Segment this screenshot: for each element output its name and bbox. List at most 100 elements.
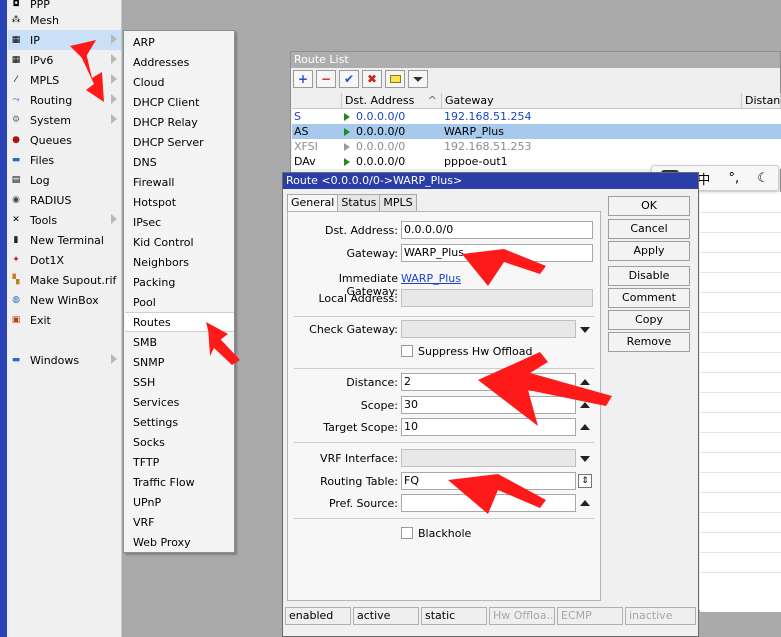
chevron-up-icon[interactable] <box>580 402 590 408</box>
ok-button[interactable]: OK <box>608 196 690 216</box>
menu-item-files[interactable]: ▬ Files <box>8 150 121 170</box>
dropdown-combo-icon[interactable]: ⇕ <box>578 474 592 488</box>
disable-button[interactable]: Disable <box>608 266 690 286</box>
submenu-item-neighbors[interactable]: Neighbors <box>125 252 234 272</box>
submenu-item-packing[interactable]: Packing <box>125 272 234 292</box>
menu-item-ip[interactable]: ▦ IP <box>8 30 121 50</box>
submenu-item-vrf[interactable]: VRF <box>125 512 234 532</box>
gateway-field[interactable]: WARP_Plus <box>401 244 593 262</box>
separator <box>294 316 594 317</box>
menu-item-log[interactable]: ▤ Log <box>8 170 121 190</box>
dot1x-icon: ✦ <box>12 255 20 265</box>
apply-button[interactable]: Apply <box>608 241 690 261</box>
check-gateway-label: Check Gateway: <box>309 323 398 336</box>
table-row[interactable]: S 0.0.0.0/0 192.168.51.254 <box>292 109 781 124</box>
menu-item-label: MPLS <box>30 73 60 87</box>
menu-item-new-winbox[interactable]: ◍ New WinBox <box>8 290 121 310</box>
submenu-item-dhcp-client[interactable]: DHCP Client <box>125 92 234 112</box>
tab-general[interactable]: General <box>287 194 339 212</box>
scope-label: Scope: <box>360 399 398 412</box>
submenu-item-smb[interactable]: SMB <box>125 332 234 352</box>
menu-item-windows[interactable]: ▬ Windows <box>8 350 121 370</box>
target-scope-field[interactable]: 10 <box>401 418 576 436</box>
submenu-item-firewall[interactable]: Firewall <box>125 172 234 192</box>
tab-mpls[interactable]: MPLS <box>379 194 417 212</box>
submenu-item-web-proxy[interactable]: Web Proxy <box>125 532 234 552</box>
col-dst-address[interactable]: Dst. Address ^ <box>342 93 442 108</box>
submenu-item-dns[interactable]: DNS <box>125 152 234 172</box>
submenu-item-pool[interactable]: Pool <box>125 292 234 312</box>
ime-mode-toggle[interactable]: 中 <box>697 169 710 188</box>
submenu-item-settings[interactable]: Settings <box>125 412 234 432</box>
submenu-item-cloud[interactable]: Cloud <box>125 72 234 92</box>
submenu-item-kid-control[interactable]: Kid Control <box>125 232 234 252</box>
submenu-item-routes[interactable]: Routes <box>125 312 234 332</box>
menu-item-dot1x[interactable]: ✦ Dot1X <box>8 250 121 270</box>
submenu-item-hotspot[interactable]: Hotspot <box>125 192 234 212</box>
col-gateway[interactable]: Gateway <box>442 93 742 108</box>
menu-item-make-supout-rif[interactable]: ▚ Make Supout.rif <box>8 270 121 290</box>
submenu-item-services[interactable]: Services <box>125 392 234 412</box>
filter-icon[interactable]: ⏷ <box>408 70 428 88</box>
menu-item-new-terminal[interactable]: ▮ New Terminal <box>8 230 121 250</box>
pref-source-field[interactable] <box>401 494 576 512</box>
chevron-down-icon[interactable] <box>580 327 590 333</box>
comment-button[interactable]: Comment <box>608 288 690 308</box>
menu-item-mpls[interactable]: ⁄ MPLS <box>8 70 121 90</box>
comment-icon[interactable] <box>385 70 405 88</box>
remove-button[interactable]: Remove <box>608 332 690 352</box>
menu-item-exit[interactable]: ▣ Exit <box>8 310 121 330</box>
grid-line <box>700 252 781 253</box>
submenu-item-upnp[interactable]: UPnP <box>125 492 234 512</box>
disable-icon[interactable]: ✖ <box>362 70 382 88</box>
cancel-button[interactable]: Cancel <box>608 219 690 239</box>
suppress-hw-offload-checkbox[interactable] <box>401 345 413 357</box>
copy-button[interactable]: Copy <box>608 310 690 330</box>
submenu-item-addresses[interactable]: Addresses <box>125 52 234 72</box>
menu-item-mesh[interactable]: ⁂ Mesh <box>8 10 121 30</box>
submenu-item-ipsec[interactable]: IPsec <box>125 212 234 232</box>
route-edit-dialog[interactable]: Route <0.0.0.0/0->WARP_Plus> General Sta… <box>282 172 699 637</box>
menu-item-queues[interactable]: ● Queues <box>8 130 121 150</box>
submenu-item-dhcp-server[interactable]: DHCP Server <box>125 132 234 152</box>
grid-line <box>700 352 781 353</box>
tab-status[interactable]: Status <box>337 194 381 212</box>
menu-item-radius[interactable]: ◉ RADIUS <box>8 190 121 210</box>
submenu-item-tftp[interactable]: TFTP <box>125 452 234 472</box>
chevron-up-icon[interactable] <box>580 500 590 506</box>
menu-item-system[interactable]: ⚙ System <box>8 110 121 130</box>
routing-table-field[interactable]: FQ <box>401 472 576 490</box>
check-gateway-field[interactable] <box>401 320 576 338</box>
menu-item-ipv6[interactable]: ▦ IPv6 <box>8 50 121 70</box>
route-list-toolbar: + − ✔ ✖ ⏷ <box>291 68 780 90</box>
submenu-item-traffic-flow[interactable]: Traffic Flow <box>125 472 234 492</box>
menu-item-routing[interactable]: ⤳ Routing <box>8 90 121 110</box>
chevron-up-icon[interactable] <box>580 424 590 430</box>
moon-icon[interactable]: ☾ <box>757 171 769 186</box>
submenu-item-dhcp-relay[interactable]: DHCP Relay <box>125 112 234 132</box>
suppress-hw-offload-label: Suppress Hw Offload <box>418 345 533 358</box>
enable-icon[interactable]: ✔ <box>339 70 359 88</box>
remove-icon[interactable]: − <box>316 70 336 88</box>
menu-item-tools[interactable]: ✕ Tools <box>8 210 121 230</box>
submenu-item-arp[interactable]: ARP <box>125 32 234 52</box>
ime-punct-toggle[interactable]: °, <box>728 171 739 186</box>
add-icon[interactable]: + <box>293 70 313 88</box>
menu-item-label: Queues <box>30 133 72 147</box>
distance-field[interactable]: 2 <box>401 373 576 391</box>
scope-field[interactable]: 30 <box>401 396 576 414</box>
submenu-item-snmp[interactable]: SNMP <box>125 352 234 372</box>
table-row[interactable]: AS 0.0.0.0/0 WARP_Plus <box>292 124 781 139</box>
chevron-up-icon[interactable] <box>580 379 590 385</box>
submenu-item-ssh[interactable]: SSH <box>125 372 234 392</box>
immediate-gateway-link[interactable]: WARP_Plus <box>401 272 461 285</box>
vrf-interface-field[interactable] <box>401 449 576 467</box>
dst-address-field[interactable]: 0.0.0.0/0 <box>401 221 593 239</box>
col-flags[interactable] <box>292 93 342 108</box>
col-distance[interactable]: Distance <box>742 93 781 108</box>
exit-icon: ▣ <box>11 315 21 325</box>
submenu-item-socks[interactable]: Socks <box>125 432 234 452</box>
chevron-down-icon[interactable] <box>580 456 590 462</box>
blackhole-checkbox[interactable] <box>401 527 413 539</box>
table-row[interactable]: XFSI 0.0.0.0/0 192.168.51.253 <box>292 139 781 154</box>
